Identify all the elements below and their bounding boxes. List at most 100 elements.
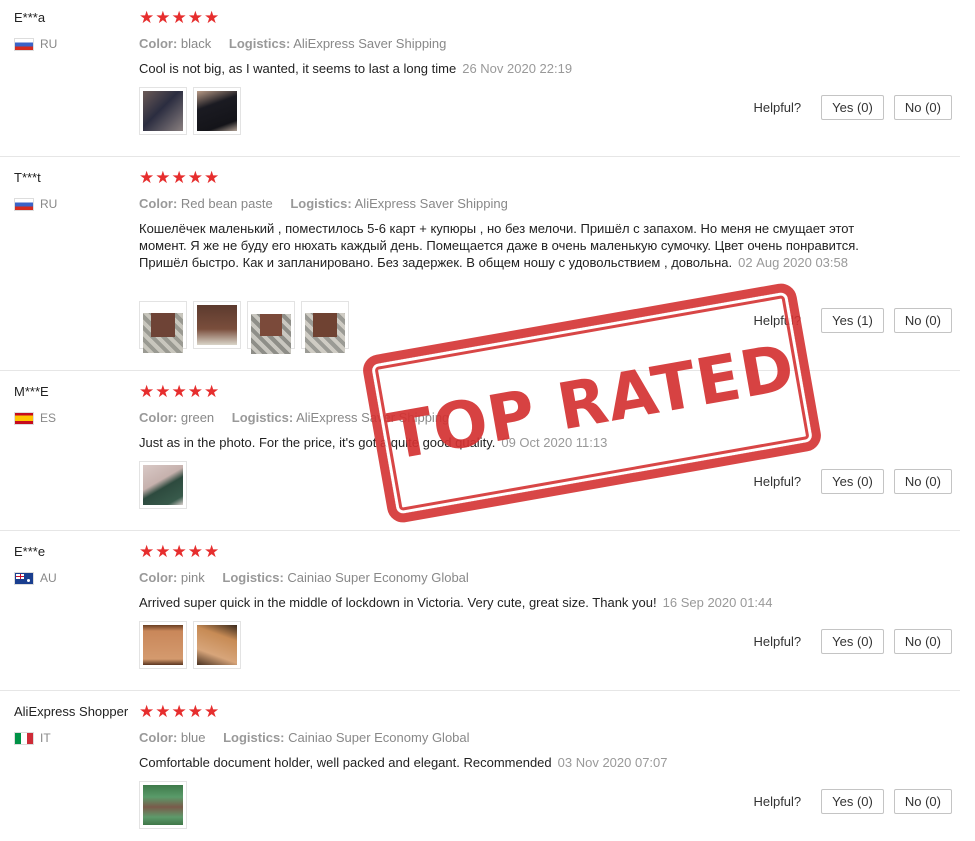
logistics-value: AliExpress Saver Shipping: [296, 410, 450, 425]
review-date: 16 Sep 2020 01:44: [662, 595, 773, 610]
reviewer-country: IT: [14, 731, 51, 745]
helpful-label: Helpful?: [753, 474, 802, 489]
star-rating: ★★★★★: [139, 8, 221, 27]
reviewer-country: RU: [14, 37, 57, 51]
review-photos: [139, 461, 187, 509]
helpful-label: Helpful?: [753, 313, 802, 328]
country-code: IT: [40, 731, 51, 745]
country-code: AU: [40, 571, 57, 585]
reviewer-country: ES: [14, 411, 56, 425]
helpful-no-button[interactable]: No (0): [893, 308, 952, 333]
reviewer-name: E***a: [14, 10, 46, 25]
helpful-yes-button[interactable]: Yes (0): [821, 789, 884, 814]
review-date: 26 Nov 2020 22:19: [462, 61, 573, 76]
color-value: pink: [180, 570, 205, 585]
helpful-label: Helpful?: [753, 794, 802, 809]
helpful-vote: Helpful? Yes (0) No (0): [753, 469, 952, 494]
helpful-no-button[interactable]: No (0): [893, 469, 952, 494]
color-label: Color:: [139, 196, 178, 211]
logistics-label: Logistics:: [290, 196, 352, 211]
review-date: 09 Oct 2020 11:13: [501, 435, 608, 450]
logistics-label: Logistics:: [223, 730, 285, 745]
photo-thumbnail[interactable]: [193, 87, 241, 135]
helpful-label: Helpful?: [753, 100, 802, 115]
helpful-vote: Helpful? Yes (0) No (0): [753, 629, 952, 654]
color-label: Color:: [139, 570, 178, 585]
logistics-value: Cainiao Super Economy Global: [287, 570, 469, 585]
review-comment: Cool is not big, as I wanted, it seems t…: [139, 60, 859, 77]
russia-flag-icon: [14, 197, 34, 211]
order-info: Color: Red bean paste Logistics: AliExpr…: [139, 196, 508, 211]
photo-thumbnail[interactable]: [247, 301, 295, 354]
star-rating: ★★★★★: [139, 168, 221, 187]
review-comment: Just as in the photo. For the price, it'…: [139, 434, 859, 451]
color-value: green: [180, 410, 215, 425]
color-label: Color:: [139, 410, 178, 425]
review-item: AliExpress Shopper IT ★★★★★ Color: blue …: [0, 694, 960, 841]
review-date: 03 Nov 2020 07:07: [557, 755, 668, 770]
review-comment: Comfortable document holder, well packed…: [139, 754, 859, 771]
helpful-no-button[interactable]: No (0): [893, 629, 952, 654]
color-value: blue: [180, 730, 206, 745]
review-date: 02 Aug 2020 03:58: [738, 255, 848, 270]
photo-thumbnail[interactable]: [139, 301, 187, 353]
color-label: Color:: [139, 730, 178, 745]
helpful-no-button[interactable]: No (0): [893, 789, 952, 814]
reviewer-name: T***t: [14, 170, 41, 185]
photo-thumbnail[interactable]: [139, 781, 187, 829]
order-info: Color: black Logistics: AliExpress Saver…: [139, 36, 446, 51]
review-item: E***a RU ★★★★★ Color: black Logistics: A…: [0, 0, 960, 157]
photo-thumbnail[interactable]: [139, 87, 187, 135]
country-code: RU: [40, 37, 58, 51]
color-value: Red bean paste: [180, 196, 273, 211]
country-code: RU: [40, 197, 58, 211]
reviewer-name: E***e: [14, 544, 46, 559]
helpful-yes-button[interactable]: Yes (1): [821, 308, 884, 333]
review-photos: [139, 87, 241, 135]
order-info: Color: blue Logistics: Cainiao Super Eco…: [139, 730, 470, 745]
helpful-vote: Helpful? Yes (0) No (0): [753, 95, 952, 120]
russia-flag-icon: [14, 37, 34, 51]
logistics-label: Logistics:: [222, 570, 284, 585]
review-photos: [139, 621, 241, 669]
review-photos: [139, 301, 349, 354]
star-rating: ★★★★★: [139, 702, 221, 721]
review-item: M***E ES ★★★★★ Color: green Logistics: A…: [0, 374, 960, 531]
reviewer-country: RU: [14, 197, 57, 211]
photo-thumbnail[interactable]: [193, 621, 241, 669]
italy-flag-icon: [14, 731, 34, 745]
review-photos: [139, 781, 187, 829]
photo-thumbnail[interactable]: [139, 461, 187, 509]
comment-text: Just as in the photo. For the price, it'…: [139, 435, 496, 450]
helpful-yes-button[interactable]: Yes (0): [821, 95, 884, 120]
color-value: black: [180, 36, 212, 51]
helpful-no-button[interactable]: No (0): [893, 95, 952, 120]
helpful-yes-button[interactable]: Yes (0): [821, 629, 884, 654]
color-label: Color:: [139, 36, 178, 51]
logistics-value: Cainiao Super Economy Global: [288, 730, 470, 745]
review-comment: Arrived super quick in the middle of loc…: [139, 594, 859, 611]
comment-text: Cool is not big, as I wanted, it seems t…: [139, 61, 457, 76]
reviewer-name: AliExpress Shopper: [14, 704, 129, 719]
photo-thumbnail[interactable]: [193, 301, 241, 349]
review-item: E***e AU ★★★★★ Color: pink Logistics: Ca…: [0, 534, 960, 691]
logistics-value: AliExpress Saver Shipping: [293, 36, 447, 51]
reviewer-name: M***E: [14, 384, 49, 399]
helpful-vote: Helpful? Yes (0) No (0): [753, 789, 952, 814]
comment-text: Comfortable document holder, well packed…: [139, 755, 552, 770]
reviewer-country: AU: [14, 571, 57, 585]
order-info: Color: pink Logistics: Cainiao Super Eco…: [139, 570, 469, 585]
star-rating: ★★★★★: [139, 542, 221, 561]
logistics-label: Logistics:: [228, 36, 291, 51]
helpful-vote: Helpful? Yes (1) No (0): [753, 308, 952, 333]
logistics-value: AliExpress Saver Shipping: [354, 196, 508, 211]
country-code: ES: [40, 411, 57, 425]
photo-thumbnail[interactable]: [301, 301, 349, 354]
australia-flag-icon: [14, 571, 34, 585]
review-comment: Кошелёчек маленький , поместилось 5-6 ка…: [139, 220, 859, 271]
helpful-label: Helpful?: [753, 634, 802, 649]
comment-text: Arrived super quick in the middle of loc…: [139, 595, 657, 610]
review-item: T***t RU ★★★★★ Color: Red bean paste Log…: [0, 160, 960, 371]
helpful-yes-button[interactable]: Yes (0): [821, 469, 884, 494]
photo-thumbnail[interactable]: [139, 621, 187, 669]
